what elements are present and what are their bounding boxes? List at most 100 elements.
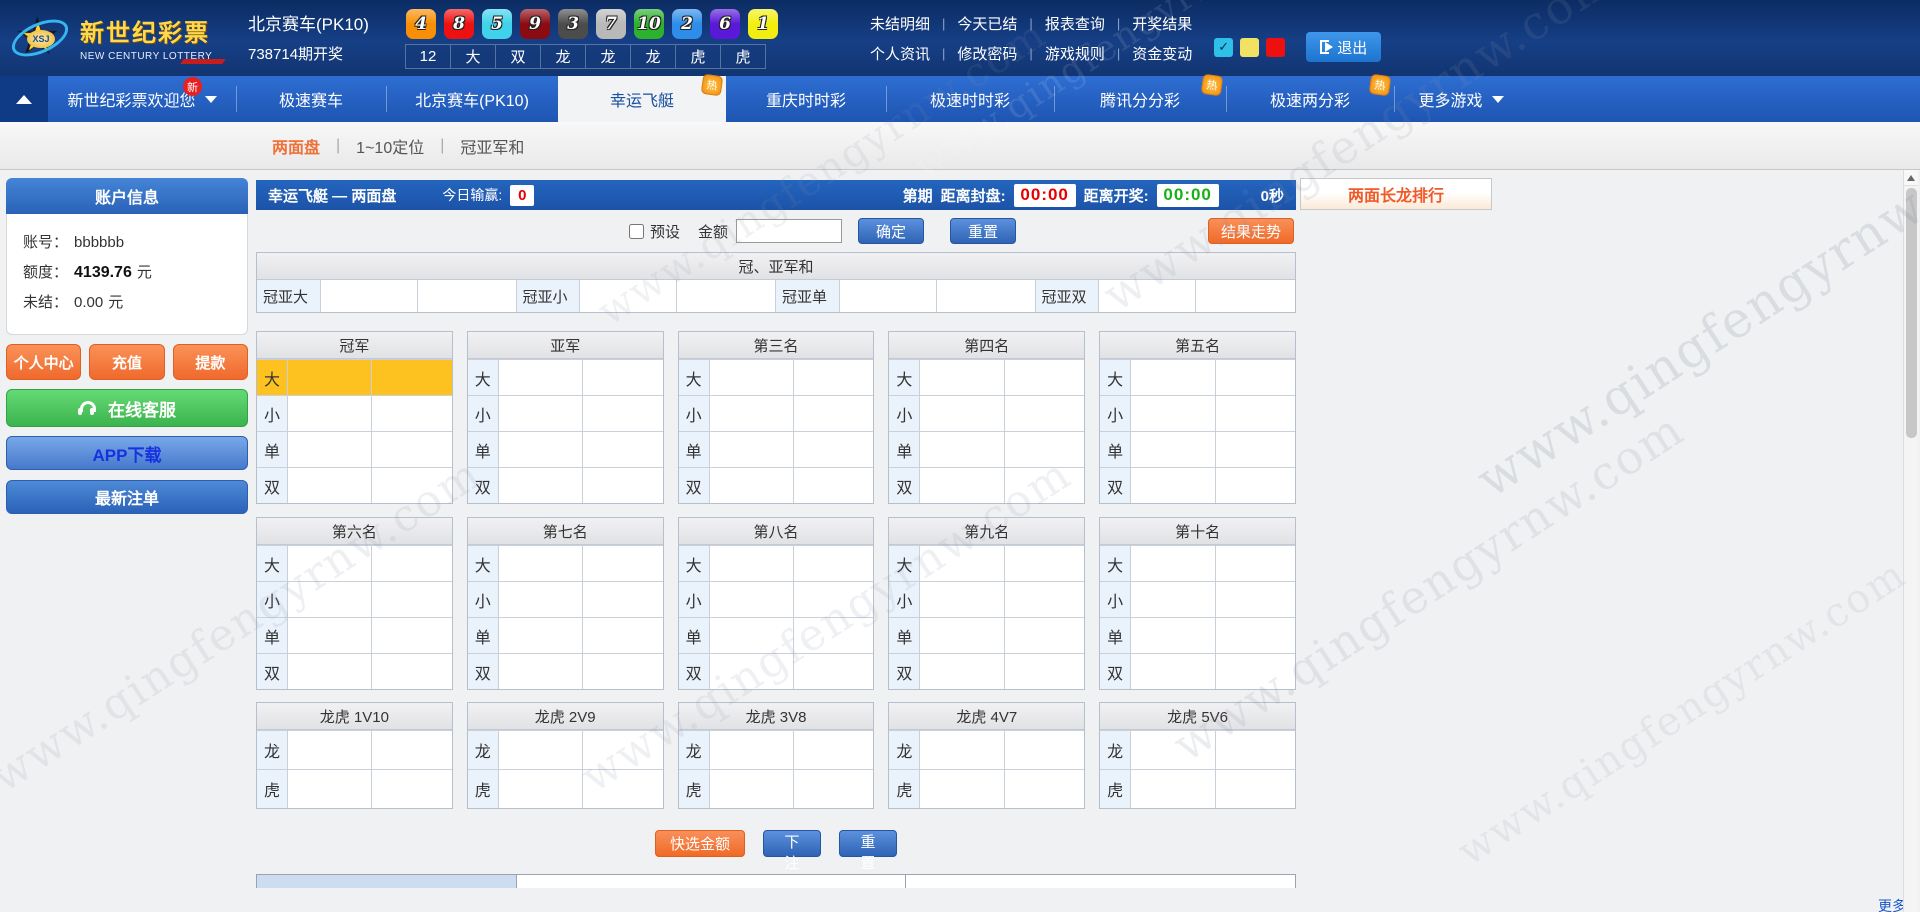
bet-amount-cell[interactable] — [1216, 770, 1295, 808]
bet-amount-cell[interactable] — [583, 360, 662, 395]
amount-input[interactable] — [736, 219, 842, 243]
header-menu-link[interactable]: 资金变动 — [1132, 43, 1192, 64]
bet-option-label[interactable]: 小 — [1100, 582, 1131, 617]
odds-cell[interactable] — [288, 360, 372, 395]
nav-tab-8[interactable]: 极速两分彩热 — [1226, 76, 1394, 122]
more-link[interactable]: 更多 — [1878, 896, 1906, 912]
bet-amount-cell[interactable] — [1216, 546, 1295, 581]
odds-cell[interactable] — [710, 770, 794, 808]
subnav-item-3[interactable]: 冠亚军和 — [460, 134, 524, 158]
bet-amount-cell[interactable] — [1005, 432, 1084, 467]
bet-amount-cell[interactable] — [1216, 396, 1295, 431]
bet-option-label[interactable]: 双 — [889, 468, 920, 503]
latest-orders-button[interactable]: 最新注单 — [6, 480, 248, 514]
odds-cell[interactable] — [288, 468, 372, 503]
bet-option-label[interactable]: 大 — [889, 546, 920, 581]
odds-cell[interactable] — [710, 731, 794, 769]
online-service-button[interactable]: 在线客服 — [6, 389, 248, 427]
odds-cell[interactable] — [710, 468, 794, 503]
bet-amount-cell[interactable] — [794, 546, 873, 581]
bet-amount-cell[interactable] — [794, 360, 873, 395]
odds-cell[interactable] — [499, 770, 583, 808]
site-logo[interactable]: ★ ★ XSJ 新世纪彩票 NEW CENTURY LOTTERY — [10, 6, 248, 68]
odds-cell[interactable] — [288, 432, 372, 467]
odds-cell[interactable] — [1131, 731, 1215, 769]
header-menu-link[interactable]: 开奖结果 — [1132, 13, 1192, 34]
header-menu-link[interactable]: 个人资讯 — [870, 43, 930, 64]
bet-amount-cell[interactable] — [372, 360, 451, 395]
bet-option-label[interactable]: 单 — [889, 618, 920, 653]
odds-cell[interactable] — [920, 582, 1004, 617]
bet-option-label[interactable]: 小 — [679, 396, 710, 431]
odds-cell[interactable] — [288, 546, 372, 581]
bet-option-label[interactable]: 双 — [468, 654, 499, 689]
bet-amount-cell[interactable] — [794, 731, 873, 769]
bet-option-label[interactable]: 小 — [468, 582, 499, 617]
two-side-ranking-button[interactable]: 两面长龙排行 — [1300, 178, 1492, 210]
bet-amount-cell[interactable] — [1216, 360, 1295, 395]
bet-amount-cell[interactable] — [794, 770, 873, 808]
nav-tab-5[interactable]: 重庆时时彩 — [726, 76, 886, 122]
odds-cell[interactable] — [499, 654, 583, 689]
nav-collapse-button[interactable] — [0, 76, 48, 122]
bet-amount-cell[interactable] — [794, 618, 873, 653]
odds-cell[interactable] — [1099, 280, 1196, 312]
bet-amount-cell[interactable] — [372, 731, 451, 769]
bet-amount-cell[interactable] — [1216, 468, 1295, 503]
bet-amount-cell[interactable] — [1216, 582, 1295, 617]
bet-option-label[interactable]: 单 — [1100, 432, 1131, 467]
bet-option-label[interactable]: 双 — [679, 468, 710, 503]
bet-amount-cell[interactable] — [794, 654, 873, 689]
odds-cell[interactable] — [288, 731, 372, 769]
bet-option-label[interactable]: 小 — [257, 582, 288, 617]
odds-cell[interactable] — [920, 654, 1004, 689]
bet-amount-cell[interactable] — [1005, 582, 1084, 617]
odds-cell[interactable] — [288, 396, 372, 431]
bet-option-label[interactable]: 大 — [889, 360, 920, 395]
odds-cell[interactable] — [1131, 360, 1215, 395]
confirm-button[interactable]: 确定 — [858, 218, 924, 244]
odds-cell[interactable] — [499, 582, 583, 617]
footer-reset-button[interactable]: 重置 — [839, 830, 897, 857]
bet-option-label[interactable]: 单 — [257, 432, 288, 467]
odds-cell[interactable] — [1131, 468, 1215, 503]
odds-cell[interactable] — [499, 360, 583, 395]
odds-cell[interactable] — [288, 618, 372, 653]
bet-option-label[interactable]: 单 — [1100, 618, 1131, 653]
bet-option-label[interactable]: 小 — [257, 396, 288, 431]
subnav-item-2[interactable]: 1~10定位 — [356, 134, 424, 158]
bet-option-label[interactable]: 大 — [257, 360, 288, 395]
bet-option-label[interactable]: 小 — [889, 396, 920, 431]
odds-cell[interactable] — [920, 396, 1004, 431]
odds-cell[interactable] — [920, 432, 1004, 467]
quick-amount-button[interactable]: 快选金额 — [655, 830, 745, 857]
odds-cell[interactable] — [1131, 396, 1215, 431]
bet-option-label[interactable]: 小 — [468, 396, 499, 431]
theme-yellow-checkbox[interactable] — [1240, 38, 1259, 57]
bet-amount-cell[interactable] — [677, 280, 776, 312]
odds-cell[interactable] — [580, 280, 677, 312]
odds-cell[interactable] — [288, 582, 372, 617]
bet-amount-cell[interactable] — [1005, 546, 1084, 581]
odds-cell[interactable] — [920, 360, 1004, 395]
subnav-item-1[interactable]: 两面盘 — [272, 134, 320, 158]
nav-tab-4[interactable]: 幸运飞艇热 — [558, 76, 726, 122]
odds-cell[interactable] — [920, 546, 1004, 581]
bet-amount-cell[interactable] — [372, 770, 451, 808]
bet-amount-cell[interactable] — [1216, 654, 1295, 689]
bet-amount-cell[interactable] — [1005, 654, 1084, 689]
odds-cell[interactable] — [1131, 770, 1215, 808]
bet-option-label[interactable]: 冠亚大 — [257, 280, 321, 312]
bet-option-label[interactable]: 双 — [257, 654, 288, 689]
bet-amount-cell[interactable] — [372, 432, 451, 467]
preset-checkbox[interactable] — [629, 224, 644, 239]
header-menu-link[interactable]: 今天已结 — [957, 13, 1017, 34]
app-download-button[interactable]: APP下载 — [6, 436, 248, 470]
bet-amount-cell[interactable] — [1005, 468, 1084, 503]
odds-cell[interactable] — [710, 396, 794, 431]
bet-option-label[interactable]: 虎 — [889, 770, 920, 808]
odds-cell[interactable] — [920, 770, 1004, 808]
bet-option-label[interactable]: 小 — [679, 582, 710, 617]
bet-option-label[interactable]: 单 — [889, 432, 920, 467]
sidebar-quick-button-2[interactable]: 充值 — [89, 344, 164, 380]
